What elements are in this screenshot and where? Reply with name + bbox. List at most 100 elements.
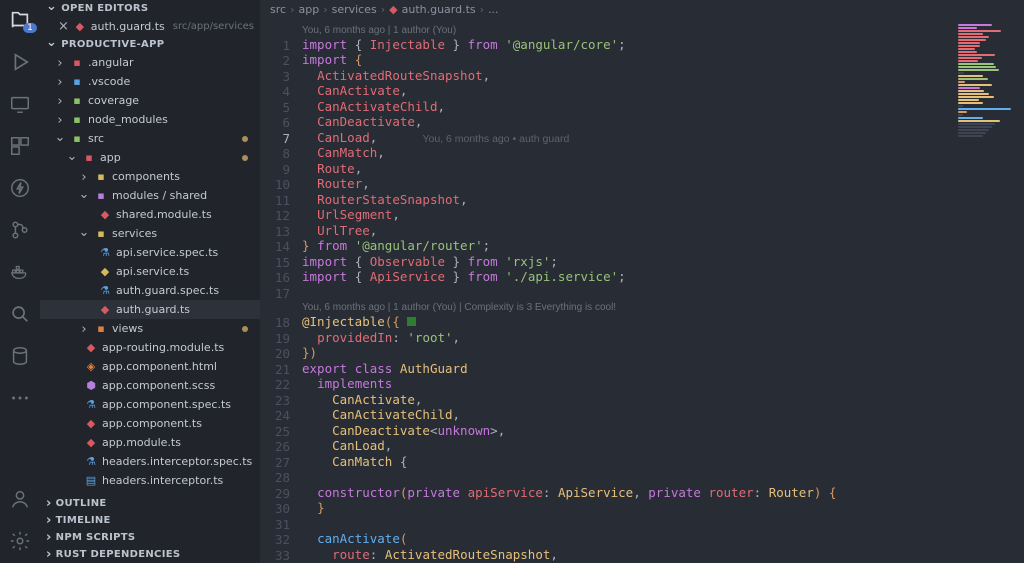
chevron-right-icon — [54, 96, 66, 106]
open-editor-item[interactable]: × ◆ auth.guard.ts src/app/services — [40, 17, 260, 36]
angular-file-icon: ◆ — [84, 341, 98, 354]
open-editors-header[interactable]: OPEN EDITORS — [40, 0, 260, 17]
remote-icon[interactable] — [8, 92, 32, 116]
modified-dot-icon — [242, 136, 248, 142]
minimap[interactable] — [954, 20, 1024, 563]
chevron-right-icon — [46, 532, 52, 543]
folder-icon: ▪ — [70, 75, 84, 88]
modified-dot-icon — [242, 326, 248, 332]
breadcrumb-part[interactable]: auth.guard.ts — [402, 3, 476, 16]
tree-folder[interactable]: ▪app — [40, 148, 260, 167]
file-label: auth.guard.ts — [91, 20, 165, 33]
tree-folder[interactable]: ▪coverage — [40, 91, 260, 110]
angular-file-icon: ◆ — [73, 20, 87, 33]
tree-file[interactable]: ⚗headers.interceptor.spec.ts — [40, 452, 260, 471]
tree-file[interactable]: ⬢app.component.scss — [40, 376, 260, 395]
line-gutter: 1234567891011121314151617181920212223242… — [260, 20, 302, 563]
folder-icon: ▪ — [82, 151, 96, 164]
tree-file[interactable]: ▤headers.interceptor.ts — [40, 471, 260, 490]
codelens[interactable]: You, 6 months ago | 1 author (You) | Com… — [302, 300, 954, 314]
chevron-down-icon — [66, 153, 78, 163]
docker-icon[interactable] — [8, 260, 32, 284]
chevron-down-icon — [78, 191, 90, 201]
code-editor[interactable]: 1234567891011121314151617181920212223242… — [260, 20, 1024, 563]
tree-file[interactable]: ◆app.component.ts — [40, 414, 260, 433]
tree-file[interactable]: ◆api.service.ts — [40, 262, 260, 281]
tree-file[interactable]: ◈app.component.html — [40, 357, 260, 376]
folder-icon: ▪ — [70, 113, 84, 126]
tree-file[interactable]: ◆app.module.ts — [40, 433, 260, 452]
breadcrumb-part[interactable]: services — [332, 3, 377, 16]
folder-icon: ▪ — [94, 170, 108, 183]
section-label: OPEN EDITORS — [61, 3, 148, 14]
tree-folder[interactable]: ▪modules / shared — [40, 186, 260, 205]
folder-icon: ▪ — [94, 322, 108, 335]
codelens[interactable]: You, 6 months ago | 1 author (You) — [302, 23, 954, 37]
project-header[interactable]: PRODUCTIVE-APP — [40, 36, 260, 53]
explorer-icon[interactable]: 1 — [8, 8, 32, 32]
chevron-right-icon — [46, 498, 52, 509]
breadcrumb-part[interactable]: ... — [488, 3, 499, 16]
code-content[interactable]: You, 6 months ago | 1 author (You) impor… — [302, 20, 954, 563]
test-file-icon: ⚗ — [84, 398, 98, 411]
more-icon[interactable] — [8, 386, 32, 410]
folder-icon: ▪ — [70, 132, 84, 145]
angular-file-icon: ◆ — [84, 417, 98, 430]
chevron-right-icon — [46, 549, 52, 560]
rust-deps-header[interactable]: RUST DEPENDENCIES — [40, 546, 260, 563]
section-label: RUST DEPENDENCIES — [56, 549, 181, 560]
tree-folder[interactable]: ▪src — [40, 129, 260, 148]
tree-folder[interactable]: ▪services — [40, 224, 260, 243]
tree-folder[interactable]: ▪.vscode — [40, 72, 260, 91]
tree-file[interactable]: ⚗api.service.spec.ts — [40, 243, 260, 262]
test-file-icon: ⚗ — [98, 284, 112, 297]
database-icon[interactable] — [8, 344, 32, 368]
search-icon[interactable] — [8, 302, 32, 326]
editor-area: src› app› services› ◆ auth.guard.ts› ...… — [260, 0, 1024, 563]
chevron-right-icon — [54, 58, 66, 68]
section-label: OUTLINE — [56, 498, 107, 509]
run-icon[interactable] — [8, 50, 32, 74]
tree-file[interactable]: ◆shared.module.ts — [40, 205, 260, 224]
tree-file-selected[interactable]: ◆auth.guard.ts — [40, 300, 260, 319]
angular-file-icon: ◆ — [98, 265, 112, 278]
source-control-icon[interactable] — [8, 218, 32, 242]
breadcrumb-part[interactable]: app — [298, 3, 319, 16]
author-square-icon — [407, 317, 416, 326]
tree-folder[interactable]: ▪.angular — [40, 53, 260, 72]
breadcrumb-part[interactable]: src — [270, 3, 286, 16]
chevron-down-icon — [46, 3, 57, 14]
tree-file[interactable]: ⚗auth.guard.spec.ts — [40, 281, 260, 300]
test-file-icon: ⚗ — [84, 455, 98, 468]
test-file-icon: ⚗ — [98, 246, 112, 259]
tree-folder[interactable]: ▪node_modules — [40, 110, 260, 129]
timeline-header[interactable]: TIMELINE — [40, 512, 260, 529]
folder-icon: ▪ — [70, 94, 84, 107]
git-blame-inline: You, 6 months ago • auth guard — [422, 133, 569, 145]
section-label: PRODUCTIVE-APP — [61, 39, 164, 50]
settings-icon[interactable] — [8, 529, 32, 553]
folder-icon: ▪ — [94, 227, 108, 240]
tree-file[interactable]: ◆app-routing.module.ts — [40, 338, 260, 357]
ts-file-icon: ▤ — [84, 474, 98, 487]
outline-header[interactable]: OUTLINE — [40, 495, 260, 512]
tree-folder[interactable]: ▪views — [40, 319, 260, 338]
section-label: TIMELINE — [56, 515, 111, 526]
folder-icon: ▪ — [94, 189, 108, 202]
folder-icon: ▪ — [70, 56, 84, 69]
chevron-right-icon — [54, 77, 66, 87]
tree-file[interactable]: ⚗app.component.spec.ts — [40, 395, 260, 414]
close-icon[interactable]: × — [58, 19, 69, 34]
sidebar: OPEN EDITORS × ◆ auth.guard.ts src/app/s… — [40, 0, 260, 563]
breadcrumb[interactable]: src› app› services› ◆ auth.guard.ts› ... — [260, 0, 1024, 20]
file-tree: ▪.angular ▪.vscode ▪coverage ▪node_modul… — [40, 53, 260, 495]
npm-scripts-header[interactable]: NPM SCRIPTS — [40, 529, 260, 546]
angular-file-icon: ◆ — [389, 3, 397, 16]
tree-folder[interactable]: ▪components — [40, 167, 260, 186]
account-icon[interactable] — [8, 487, 32, 511]
file-path: src/app/services — [173, 21, 254, 32]
thunder-icon[interactable] — [8, 176, 32, 200]
angular-file-icon: ◆ — [98, 208, 112, 221]
extensions-icon[interactable] — [8, 134, 32, 158]
html-file-icon: ◈ — [84, 360, 98, 373]
